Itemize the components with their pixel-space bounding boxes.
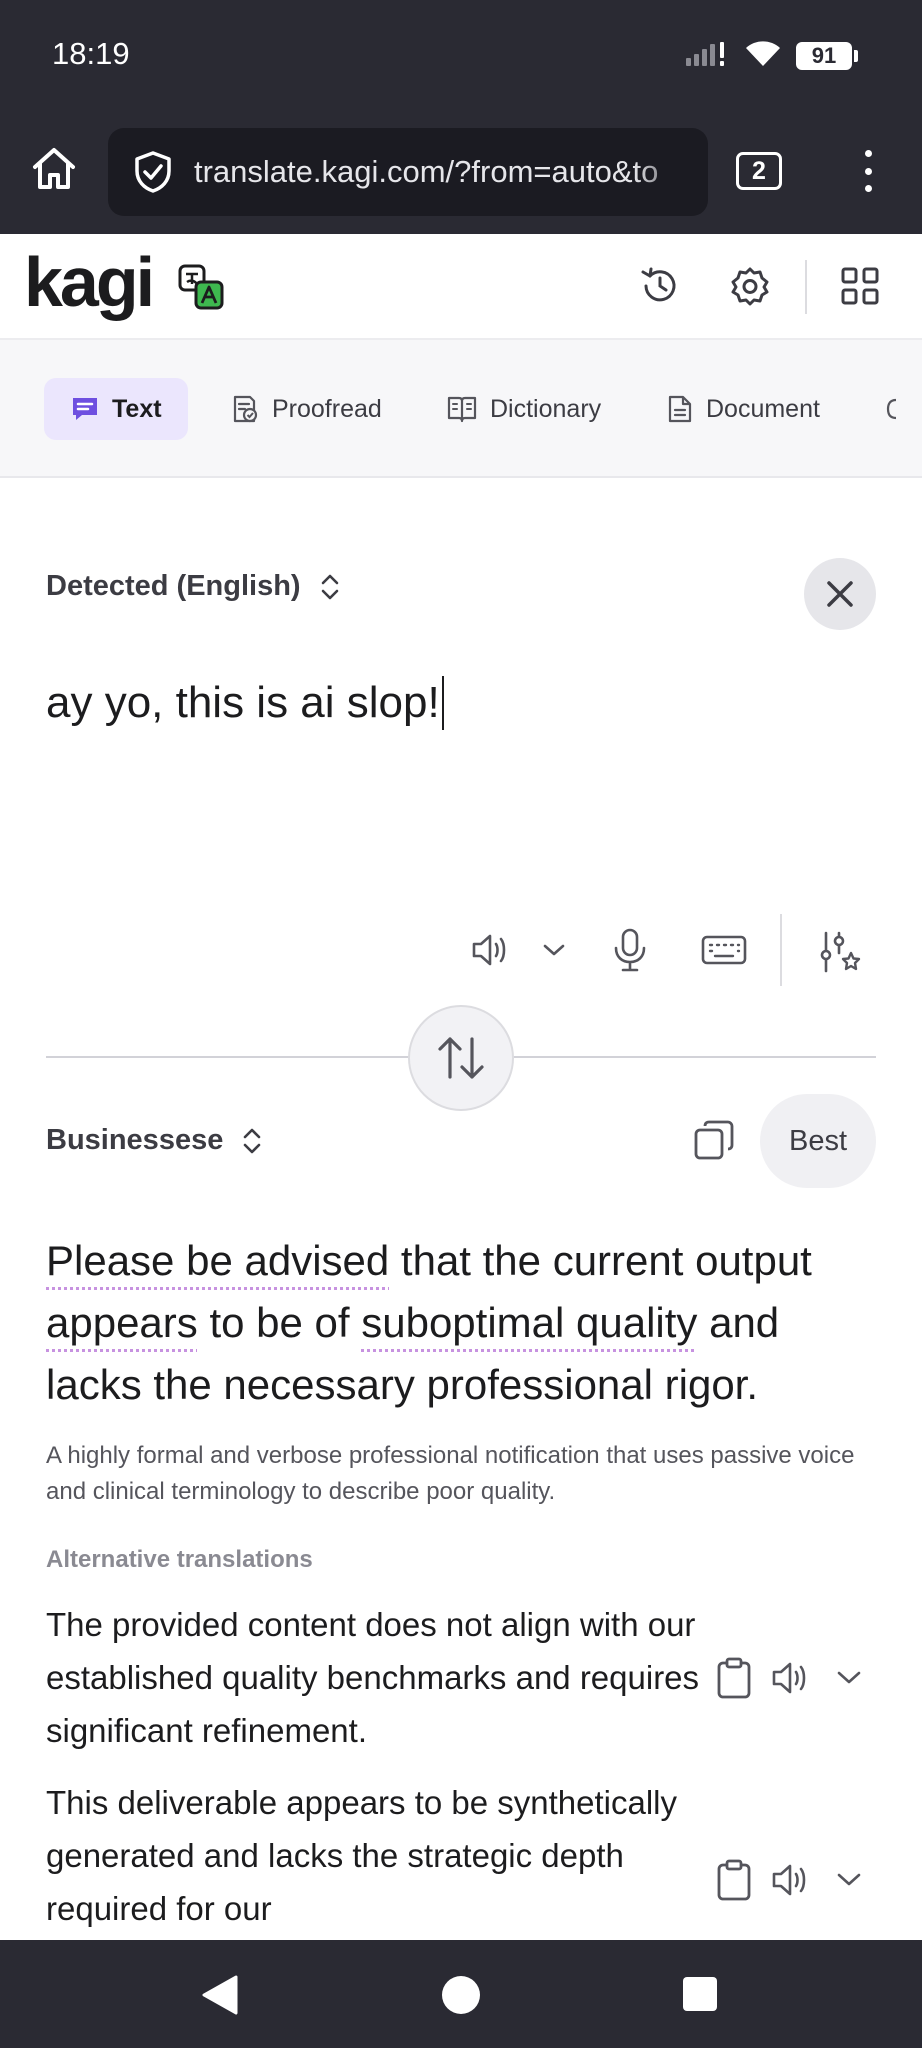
apps-button[interactable] xyxy=(836,262,884,310)
microphone-button[interactable] xyxy=(602,922,658,978)
keyboard-button[interactable] xyxy=(696,922,752,978)
home-button[interactable] xyxy=(26,140,82,196)
source-text: ay yo, this is ai slop! xyxy=(46,678,440,727)
shield-check-icon xyxy=(135,151,171,193)
alternative-text: This deliverable appears to be synthetic… xyxy=(46,1784,678,1927)
alternative-actions xyxy=(716,1858,864,1902)
status-bar: 18:19 91 xyxy=(0,0,922,110)
translation-explanation: A highly formal and verbose professional… xyxy=(46,1442,855,1505)
system-nav-bar xyxy=(0,1940,922,2048)
partial-tab-icon xyxy=(886,398,897,420)
wifi-icon xyxy=(744,38,782,73)
chevron-down-icon[interactable] xyxy=(834,1870,864,1890)
source-language-selector[interactable]: Detected (English) xyxy=(46,570,341,603)
speaker-icon[interactable] xyxy=(770,1860,816,1900)
chevron-up-down-icon xyxy=(244,1128,261,1153)
speak-source-button[interactable] xyxy=(464,922,520,978)
tab-document-label: Document xyxy=(706,394,820,423)
chevron-down-icon xyxy=(543,944,565,956)
chat-bubble-icon xyxy=(73,398,97,420)
recent-apps-icon[interactable] xyxy=(683,1977,717,2011)
kagi-logo[interactable]: kagi xyxy=(24,242,155,322)
history-icon xyxy=(641,267,676,302)
document-icon xyxy=(668,395,692,423)
voice-options-button[interactable] xyxy=(526,922,582,978)
sliders-star-icon xyxy=(820,931,861,973)
tab-dictionary-label: Dictionary xyxy=(490,394,602,423)
source-text-input[interactable]: ay yo, this is ai slop! xyxy=(46,676,445,730)
copy-icon xyxy=(694,1120,734,1160)
alternative-item[interactable]: The provided content does not align with… xyxy=(46,1598,876,1757)
tab-overflow[interactable] xyxy=(870,378,914,440)
url-text: translate.kagi.com/?from=auto&to xyxy=(194,154,659,189)
source-language-label: Detected (English) xyxy=(46,570,301,602)
alternative-text: The provided content does not align with… xyxy=(46,1606,700,1749)
clear-button[interactable] xyxy=(804,558,876,630)
target-language-label: Businessese xyxy=(46,1124,224,1156)
microphone-icon xyxy=(614,928,646,972)
battery-level: 91 xyxy=(796,41,852,70)
status-time: 18:19 xyxy=(52,36,130,71)
translation-segment: to be of xyxy=(197,1299,362,1346)
keyboard-icon xyxy=(701,935,747,965)
menu-dot xyxy=(864,150,872,157)
tab-proofread[interactable]: Proofread xyxy=(218,378,394,440)
status-icons: 91 xyxy=(684,38,858,73)
grid-icon xyxy=(841,267,879,305)
header-separator xyxy=(805,260,807,314)
translation-segment: that the current output xyxy=(389,1237,812,1284)
browser-menu-button[interactable] xyxy=(848,146,888,196)
text-caret xyxy=(441,676,445,730)
screen: 18:19 91 translate.kagi.com/?from=auto&t… xyxy=(0,0,922,2048)
clipboard-icon[interactable] xyxy=(716,1858,752,1902)
proofread-icon xyxy=(233,395,258,423)
mode-tabs: Text Proofread Dictionary Document xyxy=(0,340,922,478)
menu-dot xyxy=(864,185,872,192)
back-icon[interactable] xyxy=(200,1974,240,2016)
translate-logo-icon xyxy=(178,264,224,315)
swap-languages-button[interactable] xyxy=(408,1005,514,1111)
chevron-down-icon[interactable] xyxy=(834,1668,864,1688)
close-icon xyxy=(827,581,853,607)
home-icon xyxy=(33,148,75,189)
speaker-icon[interactable] xyxy=(770,1658,816,1698)
chevron-up-down-icon xyxy=(321,574,338,599)
gear-icon xyxy=(731,267,769,306)
tab-switcher-button[interactable]: 2 xyxy=(736,152,782,190)
swap-arrows-icon xyxy=(438,1037,484,1079)
battery-tip xyxy=(854,49,858,62)
translation-options-button[interactable] xyxy=(812,924,868,980)
alternative-item[interactable]: This deliverable appears to be synthetic… xyxy=(46,1776,876,1940)
history-button[interactable] xyxy=(636,262,684,310)
tab-text[interactable]: Text xyxy=(44,378,188,440)
quality-best-button[interactable]: Best xyxy=(760,1094,876,1188)
menu-dot xyxy=(864,167,872,175)
battery-indicator: 91 xyxy=(796,41,858,70)
cell-signal-icon xyxy=(684,38,730,73)
alternatives-heading: Alternative translations xyxy=(46,1546,313,1573)
settings-button[interactable] xyxy=(726,262,774,310)
highlighted-phrase[interactable]: appears xyxy=(46,1299,198,1346)
book-icon xyxy=(447,396,477,423)
tools-separator xyxy=(780,914,782,986)
highlighted-phrase[interactable]: suboptimal quality xyxy=(361,1299,697,1346)
speaker-icon xyxy=(472,934,506,966)
nav-home-icon[interactable] xyxy=(442,1976,480,2014)
tab-text-label: Text xyxy=(112,394,162,423)
tab-proofread-label: Proofread xyxy=(272,394,382,423)
translation-output: Please be advised that the current outpu… xyxy=(46,1230,886,1416)
app-header: kagi xyxy=(0,234,922,340)
browser-toolbar: translate.kagi.com/?from=auto&to 2 xyxy=(0,110,922,234)
target-language-selector[interactable]: Businessese xyxy=(46,1124,263,1157)
tab-document[interactable]: Document xyxy=(654,378,832,440)
highlighted-phrase[interactable]: Please be advised xyxy=(46,1237,389,1284)
alternative-actions xyxy=(716,1656,864,1700)
address-bar[interactable]: translate.kagi.com/?from=auto&to xyxy=(108,128,708,216)
copy-translation-button[interactable] xyxy=(688,1114,740,1166)
clipboard-icon[interactable] xyxy=(716,1656,752,1700)
tab-dictionary[interactable]: Dictionary xyxy=(434,378,613,440)
